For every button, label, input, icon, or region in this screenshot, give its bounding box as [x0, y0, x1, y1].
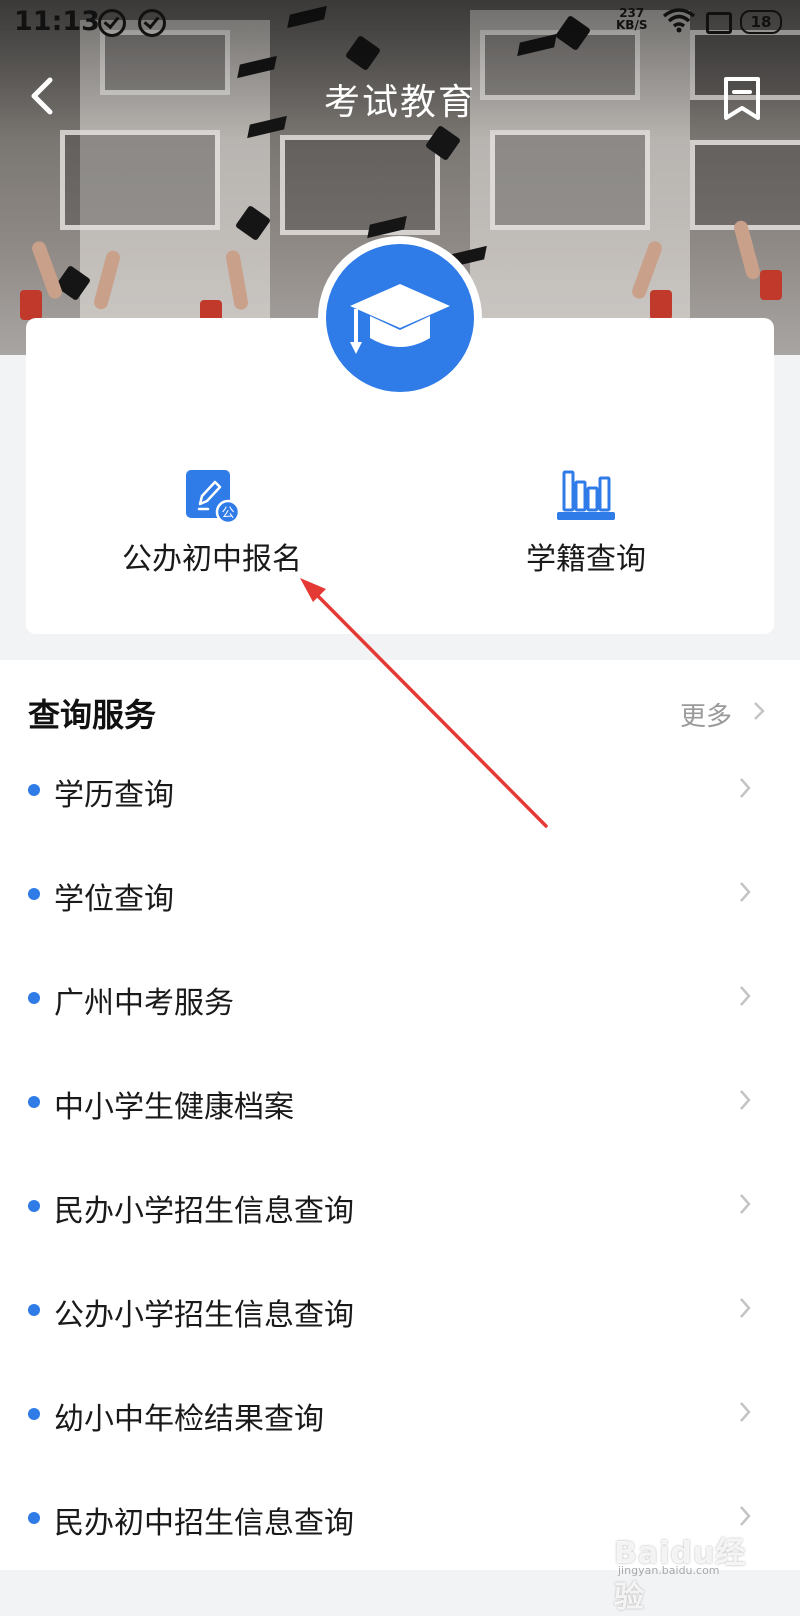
status-bar: 11:13 237 KB/S 18	[0, 0, 800, 44]
list-item[interactable]: 公办小学招生信息查询	[0, 1260, 800, 1364]
bullet-dot	[28, 1512, 40, 1524]
featured-item-student-status-query[interactable]: 学籍查询	[436, 468, 736, 578]
chevron-right-icon	[740, 1402, 751, 1422]
edit-document-icon: 公	[186, 470, 240, 524]
list-item-label: 学位查询	[54, 882, 174, 917]
graduation-cap-icon	[350, 284, 450, 354]
category-badge	[318, 236, 482, 400]
chevron-right-icon	[740, 1090, 751, 1110]
query-services-section: 查询服务 更多 学历查询 学位查询 广州中考服务 中小学生健康档案 民办小学招生…	[0, 660, 800, 1570]
bullet-dot	[28, 1408, 40, 1420]
bullet-dot	[28, 1200, 40, 1212]
list-item[interactable]: 学位查询	[0, 844, 800, 948]
edit-document-badge: 公	[221, 506, 234, 521]
featured-item-public-middle-school-registration[interactable]: 公 公办初中报名	[62, 468, 362, 578]
bookmark-icon[interactable]	[718, 74, 766, 122]
list-item[interactable]: 中小学生健康档案	[0, 1052, 800, 1156]
list-item-label: 广州中考服务	[54, 986, 234, 1021]
check-circle-icon	[138, 9, 166, 37]
page-title: 考试教育	[323, 82, 476, 123]
bullet-dot	[28, 784, 40, 796]
featured-item-label: 学籍查询	[526, 542, 646, 577]
list-item-label: 学历查询	[54, 778, 174, 813]
bullet-dot	[28, 992, 40, 1004]
more-link[interactable]: 更多	[680, 696, 732, 733]
list-item-label: 中小学生健康档案	[54, 1090, 294, 1125]
network-speed: 237 KB/S	[616, 7, 647, 31]
wifi-icon	[662, 8, 696, 33]
list-item[interactable]: 广州中考服务	[0, 948, 800, 1052]
watermark-url: jingyan.baidu.com	[618, 1564, 720, 1577]
section-title: 查询服务	[28, 696, 157, 734]
chevron-right-icon	[740, 986, 751, 1006]
list-item[interactable]: 幼小中年检结果查询	[0, 1364, 800, 1468]
list-item-label: 公办小学招生信息查询	[54, 1298, 354, 1333]
chevron-right-icon	[740, 882, 751, 902]
battery-icon: 18	[740, 10, 782, 34]
featured-item-label: 公办初中报名	[122, 542, 302, 577]
list-item-label: 民办初中招生信息查询	[54, 1506, 354, 1541]
watermark: Baidu经验 jingyan.baidu.com	[614, 1520, 764, 1615]
bullet-dot	[28, 1304, 40, 1316]
chevron-right-icon	[740, 1194, 751, 1214]
books-icon	[557, 470, 615, 520]
bullet-dot	[28, 888, 40, 900]
check-circle-icon	[98, 9, 126, 37]
bullet-dot	[28, 1096, 40, 1108]
list-item-label: 民办小学招生信息查询	[54, 1194, 354, 1229]
network-speed-unit: KB/S	[616, 18, 648, 32]
list-item-label: 幼小中年检结果查询	[54, 1402, 324, 1437]
list-item[interactable]: 学历查询	[0, 740, 800, 844]
chevron-right-icon	[740, 1298, 751, 1318]
list-item[interactable]: 民办小学招生信息查询	[0, 1156, 800, 1260]
chevron-right-icon[interactable]	[752, 700, 766, 722]
sim-card-icon	[706, 12, 732, 34]
status-time: 11:13	[14, 6, 100, 37]
chevron-right-icon	[740, 778, 751, 798]
